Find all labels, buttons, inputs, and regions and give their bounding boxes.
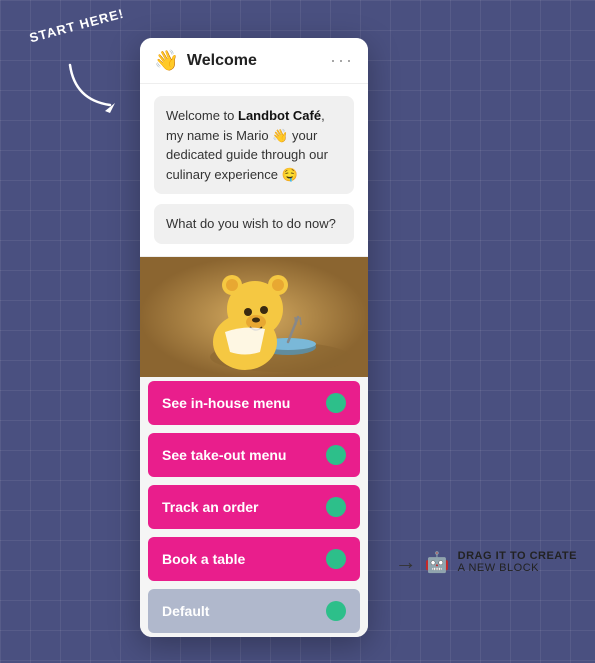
message-bubble-2: What do you wish to do now? bbox=[154, 204, 354, 244]
start-here-label: START HERE! bbox=[28, 6, 126, 46]
button-dot-icon bbox=[326, 601, 346, 621]
button-dot-icon bbox=[326, 497, 346, 517]
default-button[interactable]: Default bbox=[148, 589, 360, 633]
chat-image bbox=[140, 257, 368, 377]
drag-arrow-icon: → bbox=[395, 549, 417, 575]
button-dot-icon bbox=[326, 549, 346, 569]
see-takeout-menu-button[interactable]: See take-out menu bbox=[148, 433, 360, 477]
track-order-button[interactable]: Track an order bbox=[148, 485, 360, 529]
message-bubble-1: Welcome to Landbot Café, my name is Mari… bbox=[154, 96, 354, 194]
header-wave-icon: 👋 bbox=[154, 51, 179, 71]
start-here-arrow-icon bbox=[60, 55, 120, 115]
chat-widget: 👋 Welcome ··· Welcome to Landbot Café, m… bbox=[140, 38, 368, 637]
header-menu-button[interactable]: ··· bbox=[330, 50, 354, 71]
chat-buttons: See in-house menu See take-out menu Trac… bbox=[140, 377, 368, 637]
drag-text: DRAG IT TO CREATE A NEW BLOCK bbox=[458, 550, 577, 574]
button-dot-icon bbox=[326, 445, 346, 465]
drag-annotation: → 🤖 DRAG IT TO CREATE A NEW BLOCK bbox=[395, 549, 577, 575]
book-table-button[interactable]: Book a table bbox=[148, 537, 360, 581]
button-dot-icon bbox=[326, 393, 346, 413]
see-inhouse-menu-button[interactable]: See in-house menu bbox=[148, 381, 360, 425]
drag-icon: 🤖 bbox=[425, 550, 450, 575]
chat-messages: Welcome to Landbot Café, my name is Mari… bbox=[140, 84, 368, 257]
header-title: Welcome bbox=[187, 52, 322, 70]
chat-header: 👋 Welcome ··· bbox=[140, 38, 368, 84]
